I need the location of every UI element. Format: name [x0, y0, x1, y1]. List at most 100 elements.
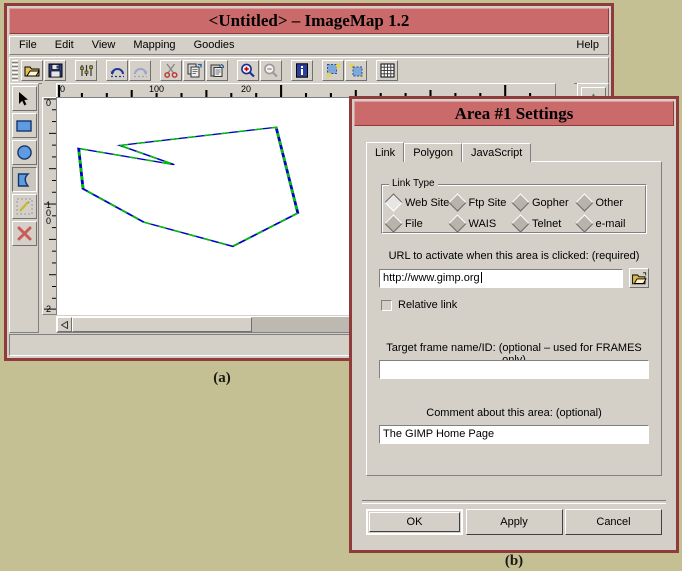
- zoom-out-icon[interactable]: [260, 60, 282, 81]
- apply-button-label: Apply: [500, 516, 528, 528]
- tab-link[interactable]: Link: [366, 142, 404, 162]
- radio-ftp-site[interactable]: Ftp Site: [451, 192, 515, 213]
- vruler-label-0: 0: [44, 99, 53, 107]
- url-input-value: http://www.gimp.org: [383, 272, 480, 284]
- dialog-button-row: OK Apply Cancel: [366, 509, 662, 537]
- rectangle-tool[interactable]: [12, 113, 37, 138]
- radio-diamond-icon[interactable]: [575, 214, 593, 232]
- redo-icon[interactable]: [129, 60, 151, 81]
- vruler-label-100: 100: [44, 201, 53, 225]
- scroll-left-arrow[interactable]: [57, 317, 72, 332]
- link-type-radios: Web Site Ftp Site Gopher Other: [387, 192, 641, 230]
- send-to-back-icon[interactable]: [345, 60, 367, 81]
- zoom-in-icon[interactable]: [237, 60, 259, 81]
- radio-diamond-icon[interactable]: [511, 214, 529, 232]
- info-icon[interactable]: [291, 60, 313, 81]
- tab-polygon[interactable]: Polygon: [404, 143, 462, 162]
- circle-tool[interactable]: [12, 140, 37, 165]
- text-caret: [481, 272, 482, 283]
- radio-email[interactable]: e-mail: [578, 213, 642, 234]
- tab-link-label: Link: [375, 147, 395, 159]
- radio-ftp-site-label: Ftp Site: [469, 197, 507, 209]
- hruler-label-200: 20: [241, 85, 251, 94]
- comment-label: Comment about this area: (optional): [375, 407, 653, 419]
- radio-web-site[interactable]: Web Site: [387, 192, 451, 213]
- edit-tool[interactable]: [12, 194, 37, 219]
- url-label: URL to activate when this area is clicke…: [377, 250, 651, 262]
- radio-diamond-icon[interactable]: [384, 193, 402, 211]
- menu-help[interactable]: Help: [567, 37, 608, 54]
- undo-icon[interactable]: [106, 60, 128, 81]
- grid-icon[interactable]: [376, 60, 398, 81]
- url-input[interactable]: http://www.gimp.org: [379, 269, 623, 288]
- menu-mapping[interactable]: Mapping: [124, 37, 184, 54]
- dialog-title: Area #1 Settings: [455, 104, 574, 124]
- ok-button-label: OK: [407, 516, 423, 528]
- folder-open-icon: [632, 272, 647, 285]
- cancel-button[interactable]: Cancel: [565, 509, 662, 535]
- arrow-tool[interactable]: [12, 86, 37, 111]
- link-tab-panel: Link Type Web Site Ftp Site Gopher: [366, 161, 662, 476]
- dialog-separator: [362, 500, 666, 504]
- dialog-content: Link Polygon JavaScript Link Type: [354, 126, 674, 548]
- relative-link-checkbox[interactable]: [381, 300, 392, 311]
- menu-view[interactable]: View: [83, 37, 125, 54]
- area-settings-dialog: Area #1 Settings Link Polygon JavaScript: [349, 96, 679, 553]
- radio-diamond-icon[interactable]: [384, 214, 402, 232]
- radio-diamond-icon[interactable]: [511, 193, 529, 211]
- copy-icon[interactable]: [183, 60, 205, 81]
- radio-diamond-icon[interactable]: [448, 193, 466, 211]
- preferences-icon[interactable]: [75, 60, 97, 81]
- menubar: File Edit View Mapping Goodies Help: [9, 36, 609, 55]
- tab-strip: Link Polygon JavaScript: [366, 142, 531, 162]
- tab-javascript[interactable]: JavaScript: [462, 143, 531, 162]
- tool-palette: [9, 83, 39, 333]
- menu-goodies[interactable]: Goodies: [185, 37, 244, 54]
- radio-gopher-label: Gopher: [532, 197, 569, 209]
- toolbar-grip[interactable]: [12, 60, 18, 81]
- save-icon[interactable]: [44, 60, 66, 81]
- radio-file[interactable]: File: [387, 213, 451, 234]
- tab-javascript-label: JavaScript: [471, 147, 522, 159]
- comment-value: The GIMP Home Page: [383, 428, 494, 440]
- figure-root: <Untitled> – ImageMap 1.2 File Edit View…: [0, 0, 682, 571]
- main-window-title: <Untitled> – ImageMap 1.2: [209, 11, 410, 31]
- hruler-label-0: 0: [60, 85, 65, 94]
- radio-file-label: File: [405, 218, 423, 230]
- main-window-titlebar[interactable]: <Untitled> – ImageMap 1.2: [9, 8, 609, 34]
- menu-edit[interactable]: Edit: [46, 37, 83, 54]
- radio-email-label: e-mail: [596, 218, 626, 230]
- url-browse-button[interactable]: [629, 268, 649, 288]
- move-to-front-icon[interactable]: [322, 60, 344, 81]
- ok-button[interactable]: OK: [366, 509, 463, 535]
- paste-icon[interactable]: [206, 60, 228, 81]
- target-frame-input[interactable]: [379, 360, 649, 379]
- vruler-label-200: 2: [44, 305, 53, 313]
- radio-wais[interactable]: WAIS: [451, 213, 515, 234]
- radio-telnet[interactable]: Telnet: [514, 213, 578, 234]
- link-type-group: Link Type Web Site Ftp Site Gopher: [381, 178, 647, 234]
- cut-icon[interactable]: [160, 60, 182, 81]
- comment-input[interactable]: The GIMP Home Page: [379, 425, 649, 444]
- url-row: http://www.gimp.org: [379, 268, 649, 288]
- radio-gopher[interactable]: Gopher: [514, 192, 578, 213]
- dialog-titlebar[interactable]: Area #1 Settings: [354, 101, 674, 126]
- relative-link-checkbox-row[interactable]: Relative link: [381, 299, 457, 311]
- tab-polygon-label: Polygon: [413, 147, 453, 159]
- radio-diamond-icon[interactable]: [448, 214, 466, 232]
- radio-wais-label: WAIS: [469, 218, 497, 230]
- open-icon[interactable]: [21, 60, 43, 81]
- apply-button[interactable]: Apply: [466, 509, 563, 535]
- radio-other[interactable]: Other: [578, 192, 642, 213]
- scroll-thumb-h[interactable]: [72, 317, 252, 332]
- radio-diamond-icon[interactable]: [575, 193, 593, 211]
- toolbar: [9, 57, 609, 84]
- delete-tool[interactable]: [12, 221, 37, 246]
- hruler-label-100: 100: [149, 85, 164, 94]
- link-type-group-title: Link Type: [389, 178, 438, 189]
- menu-file[interactable]: File: [10, 37, 46, 54]
- polygon-tool[interactable]: [12, 167, 37, 192]
- relative-link-label: Relative link: [398, 299, 457, 311]
- figure-label-b: (b): [349, 553, 679, 570]
- cancel-button-label: Cancel: [596, 516, 630, 528]
